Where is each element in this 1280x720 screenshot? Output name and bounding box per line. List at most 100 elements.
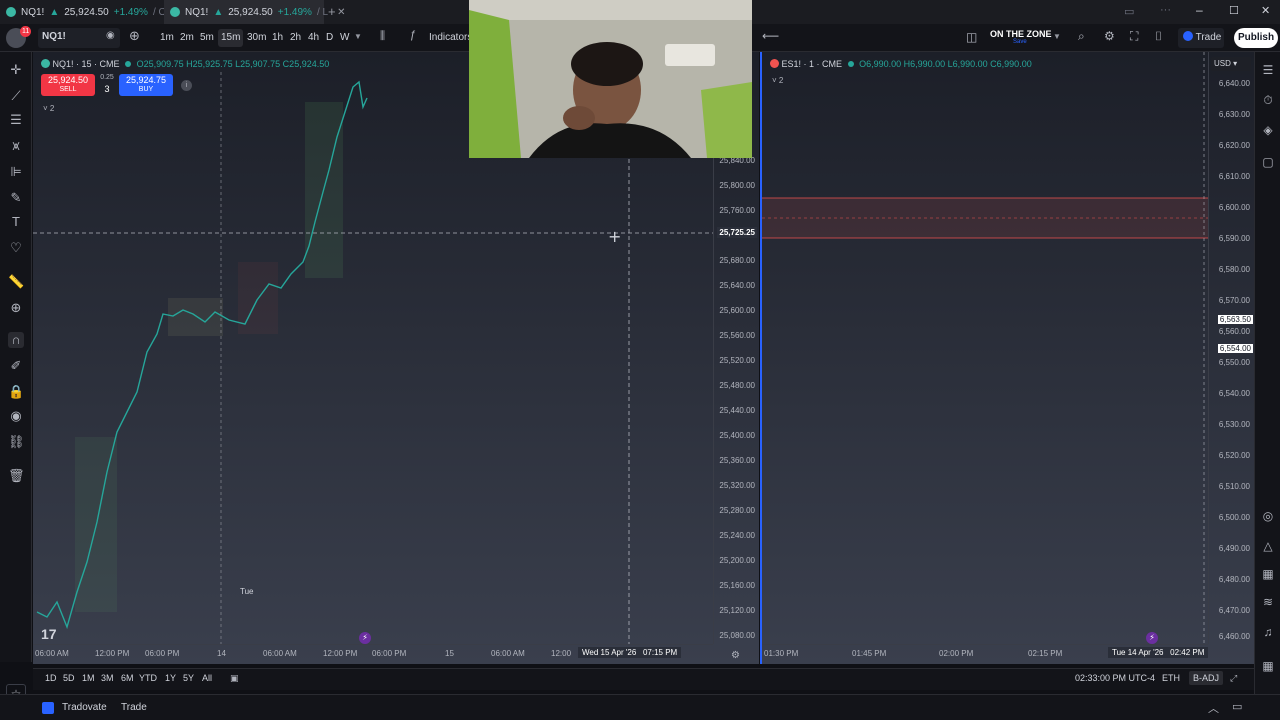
brush-icon[interactable]: ✎ — [8, 190, 24, 206]
minimize-icon[interactable]: – — [1196, 3, 1203, 17]
compare-add-icon[interactable]: ⊕ — [129, 28, 140, 44]
chevron-down-icon[interactable]: ▼ — [354, 32, 362, 41]
lock-icon[interactable]: 🔒 — [8, 384, 24, 400]
more-icon[interactable]: ··· — [1160, 4, 1171, 16]
ideas-icon[interactable]: △ — [1260, 538, 1276, 554]
layout-icon[interactable]: ◫ — [966, 30, 977, 44]
close-window-icon[interactable]: ✕ — [1261, 4, 1270, 17]
goto-date-icon[interactable]: ▣ — [230, 673, 239, 684]
magnet-icon[interactable]: ∩ — [8, 332, 24, 348]
camera-icon[interactable]: ⌷ — [1155, 29, 1162, 44]
crosshair-time-label: Wed 15 Apr '26 07:15 PM — [578, 647, 682, 658]
info-icon[interactable]: i — [181, 80, 192, 91]
event-icon[interactable]: ⚡ — [359, 632, 371, 644]
interval-30m[interactable]: 30m — [244, 29, 269, 47]
range-5d[interactable]: 5D — [63, 673, 75, 683]
collapse-count: 2 — [49, 104, 55, 113]
range-1m[interactable]: 1M — [82, 673, 95, 683]
interval-1h[interactable]: 1h — [269, 29, 286, 47]
buy-button[interactable]: 25,924.75 BUY — [119, 74, 173, 96]
time-scale-nq[interactable]: 06:00 AM 12:00 PM 06:00 PM 14 06:00 AM 1… — [33, 644, 713, 664]
interval-w[interactable]: W — [337, 29, 352, 47]
range-1d[interactable]: 1D — [45, 673, 57, 683]
ruler-icon[interactable]: 📏 — [8, 274, 24, 290]
chevron-up-icon[interactable]: ︿ — [1208, 700, 1219, 716]
close-tab-icon[interactable]: ✕ — [337, 7, 345, 18]
indicators-collapse[interactable]: ˅ 2 — [772, 76, 783, 85]
layout-save-label[interactable]: Save — [1013, 39, 1027, 45]
time-scale-es[interactable]: 01:30 PM 01:45 PM 02:00 PM 02:15 PM Tue … — [762, 644, 1209, 664]
forecast-icon[interactable]: ⊫ — [8, 164, 24, 180]
interval-1m[interactable]: 1m — [157, 29, 177, 47]
pattern-icon[interactable]: ⩙ — [8, 138, 24, 154]
apps-grid-icon[interactable]: ▦ — [1260, 658, 1276, 674]
fullscreen-icon[interactable]: ⛶ — [1130, 29, 1138, 44]
event-icon[interactable]: ⚡ — [1146, 632, 1158, 644]
trade-button[interactable]: Trade — [1178, 28, 1224, 48]
scale-settings-gear-icon[interactable]: ⚙ — [731, 650, 740, 661]
indicators-icon[interactable]: ƒ — [410, 29, 416, 41]
tab-1[interactable]: NQ1! ▲ 25,924.50 +1.49% / O ✕ — [0, 0, 184, 24]
layout-name[interactable]: ON THE ZONE — [990, 29, 1052, 39]
back-arrow-icon[interactable]: ⟵ — [762, 29, 779, 43]
interval-2h[interactable]: 2h — [287, 29, 304, 47]
clock[interactable]: 02:33:00 PM UTC-4 — [1075, 673, 1155, 683]
interval-d[interactable]: D — [323, 29, 336, 47]
eye-icon[interactable]: ◉ — [106, 30, 115, 41]
trend-line-icon[interactable]: ⟋ — [8, 88, 24, 104]
watchlist-icon[interactable]: ☰ — [1260, 62, 1276, 78]
publish-button[interactable]: Publish — [1234, 28, 1278, 48]
session-toggle[interactable]: ETH — [1162, 673, 1180, 683]
range-1y[interactable]: 1Y — [165, 673, 176, 683]
chart-type-icon[interactable]: ⫼ — [380, 30, 385, 43]
interval-5m[interactable]: 5m — [197, 29, 217, 47]
chart-pane-es[interactable]: ES1! · 1 · CME O6,990.00 H6,990.00 L6,99… — [760, 52, 1254, 664]
indicators-collapse[interactable]: ˅ 2 — [43, 104, 54, 113]
legend-nq[interactable]: NQ1! · 15 · CME O25,909.75 H25,925.75 L2… — [41, 59, 329, 69]
maximize-panel-icon[interactable]: ▭ — [1232, 700, 1242, 713]
visibility-eye-icon[interactable]: ◉ — [8, 408, 24, 424]
target-icon[interactable]: ◎ — [1260, 508, 1276, 524]
order-qty[interactable]: 3 — [99, 84, 115, 94]
adjustment-toggle[interactable]: B-ADJ — [1189, 671, 1224, 685]
range-all[interactable]: All — [202, 673, 212, 683]
fib-icon[interactable]: ☰ — [8, 112, 24, 128]
interval-2m[interactable]: 2m — [177, 29, 197, 47]
sell-button[interactable]: 25,924.50 SELL — [41, 74, 95, 96]
trade-tab[interactable]: Trade — [121, 702, 147, 713]
monitor-icon[interactable]: ▭ — [1124, 5, 1134, 18]
link-icon[interactable]: ⛓ — [8, 434, 25, 450]
maximize-icon[interactable]: ☐ — [1229, 4, 1239, 17]
layers-icon[interactable]: ◈ — [1260, 122, 1276, 138]
broker-tab[interactable]: Tradovate — [62, 702, 107, 713]
settings-gear-icon[interactable]: ⚙ — [1104, 29, 1115, 43]
drawing-toolbar: ✛ ⟋ ☰ ⩙ ⊫ ✎ T ♡ 📏 ⊕ ∩ ✐ 🔒 ◉ ⛓ 🗑 — [0, 52, 32, 662]
crosshair-icon[interactable]: ✛ — [8, 62, 24, 78]
alerts-clock-icon[interactable]: ⏱ — [1260, 92, 1276, 108]
interval-15m[interactable]: 15m — [218, 29, 244, 47]
layout-chevron-down-icon[interactable]: ▼ — [1053, 32, 1061, 41]
news-feed-icon[interactable]: ≋ — [1260, 594, 1276, 610]
time-tick: 06:00 AM — [263, 649, 297, 658]
range-ytd[interactable]: YTD — [139, 673, 157, 683]
zoom-in-icon[interactable]: ⊕ — [8, 300, 24, 316]
currency-select[interactable]: USD ▾ — [1211, 57, 1251, 71]
price-scale-es[interactable]: USD ▾ 6,640.00 6,630.00 6,620.00 6,610.0… — [1208, 52, 1254, 644]
lock-drawing-icon[interactable]: ✐ — [8, 358, 24, 374]
trash-icon[interactable]: 🗑 — [8, 468, 25, 484]
new-tab-icon[interactable]: + — [328, 4, 336, 19]
calendar-icon[interactable]: ▦ — [1260, 566, 1276, 582]
heart-icon[interactable]: ♡ — [8, 240, 24, 256]
range-6m[interactable]: 6M — [121, 673, 134, 683]
tab-2[interactable]: NQ1! ▲ 25,924.50 +1.49% / L ✕ — [164, 0, 345, 24]
range-3m[interactable]: 3M — [101, 673, 114, 683]
notifications-bell-icon[interactable]: ♫ — [1260, 624, 1276, 640]
legend-es[interactable]: ES1! · 1 · CME O6,990.00 H6,990.00 L6,99… — [770, 59, 1032, 69]
alert-search-icon[interactable]: ⌕ — [1078, 29, 1085, 44]
text-icon[interactable]: T — [8, 214, 24, 230]
indicators-button[interactable]: Indicators — [429, 32, 472, 43]
range-5y[interactable]: 5Y — [183, 673, 194, 683]
expand-icon[interactable]: ⤢ — [1230, 673, 1237, 684]
interval-4h[interactable]: 4h — [305, 29, 322, 47]
chat-icon[interactable]: ▢ — [1260, 154, 1276, 170]
